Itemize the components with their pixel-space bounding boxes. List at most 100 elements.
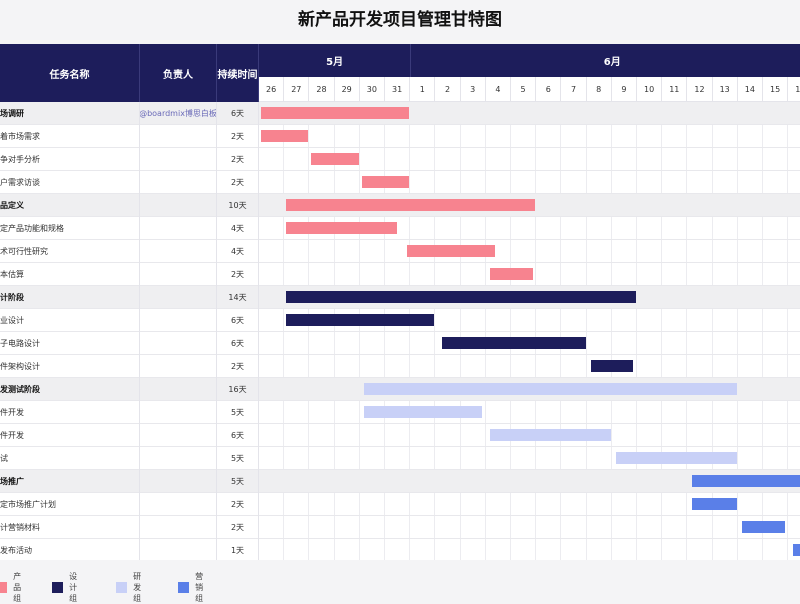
gantt-bar [361,176,410,188]
gantt-bar [286,222,397,234]
task-duration: 5天 [217,401,259,424]
task-name: 件开发 [0,401,140,424]
task-duration: 2天 [217,171,259,194]
task-name: 场推广 [0,470,140,493]
day-tick-label: 4 [485,77,511,102]
gantt-bar [286,291,636,303]
legend-label: 营销组 [195,571,204,603]
gantt-bar [616,452,737,464]
day-tick-label: 9 [611,77,637,102]
gantt-bar [742,521,785,533]
legend-item: 产品组 [0,572,28,603]
gantt-bar [591,360,634,372]
task-owner [140,539,217,560]
task-row: 本估算 2天 [0,263,800,286]
task-duration: 2天 [217,148,259,171]
task-name: 术可行性研究 [0,240,140,263]
task-duration: 2天 [217,263,259,286]
task-owner [140,470,217,493]
day-tick-label: 27 [284,77,310,102]
day-tick-label: 15 [763,77,789,102]
task-owner [140,148,217,171]
task-name: 件开发 [0,424,140,447]
day-tick-label: 12 [687,77,713,102]
gantt-chart: 任务名称 负责人 持续时间 5月 6月 26 27 28 29 30 31 1 2 3 4 5 6 7 8 9 1… [0,44,800,560]
header-owner: 负责人 [140,44,217,102]
task-row: 计营销材料 2天 [0,516,800,539]
day-tick-label: 14 [737,77,763,102]
day-tick-label: 28 [309,77,335,102]
task-name: 计营销材料 [0,516,140,539]
task-owner [140,355,217,378]
gantt-bar [407,245,495,257]
task-owner [140,447,217,470]
legend-label: 设计组 [69,571,78,603]
gantt-bar [691,498,737,510]
legend-swatch [0,581,8,593]
chart-title: 新产品开发项目管理甘特图 [298,10,502,30]
task-duration: 2天 [217,125,259,148]
gantt-bar [261,107,410,119]
task-group-row: 场推广 5天 [0,470,800,493]
day-tick-label: 2 [435,77,461,102]
legend-swatch [178,581,190,593]
task-row: 定市场推广计划 2天 [0,493,800,516]
day-tick-label: 30 [359,77,385,102]
legend-label: 产品组 [13,571,22,603]
legend-swatch [116,581,128,593]
day-tick-label: 3 [460,77,486,102]
task-row: 争对手分析 2天 [0,148,800,171]
task-name: 件架构设计 [0,355,140,378]
task-owner [140,125,217,148]
task-name: 着市场需求 [0,125,140,148]
gantt-bar [286,314,435,326]
gantt-bar [364,406,483,418]
task-duration: 2天 [217,493,259,516]
day-tick-label: 10 [637,77,663,102]
task-duration: 6天 [217,424,259,447]
legend-item: 研发组 [116,572,148,603]
task-owner [140,194,217,217]
day-tick-label: 13 [712,77,738,102]
task-name: 场调研 [0,102,140,125]
task-owner: @boardmix博思白板 [140,102,217,125]
gantt-bar [311,153,359,165]
gantt-bar [286,199,536,211]
task-name: 定市场推广计划 [0,493,140,516]
month-label: 5月 [259,44,411,77]
task-name: 发测试阶段 [0,378,140,401]
task-owner [140,217,217,240]
task-row: 发布活动 1天 [0,539,800,560]
task-owner [140,286,217,309]
task-name: 业设计 [0,309,140,332]
task-duration: 10天 [217,194,259,217]
day-tick-label: 26 [259,77,285,102]
gantt-bar [261,130,309,142]
task-duration: 4天 [217,240,259,263]
task-duration: 1天 [217,539,259,560]
task-duration: 4天 [217,217,259,240]
header-task-name: 任务名称 [0,44,140,102]
task-duration: 6天 [217,332,259,355]
task-owner [140,516,217,539]
task-row: 术可行性研究 4天 [0,240,800,263]
task-name: 计阶段 [0,286,140,309]
day-tick-label: 1 [410,77,436,102]
task-row: 定产品功能和规格 4天 [0,217,800,240]
task-duration: 5天 [217,470,259,493]
task-owner [140,424,217,447]
task-owner [140,332,217,355]
task-name: 争对手分析 [0,148,140,171]
task-duration: 5天 [217,447,259,470]
task-owner [140,171,217,194]
task-owner [140,309,217,332]
task-owner [140,378,217,401]
task-name: 本估算 [0,263,140,286]
gantt-bar [792,544,800,556]
legend-label: 研发组 [133,571,142,603]
day-tick-label: 29 [334,77,360,102]
task-row: 着市场需求 2天 [0,125,800,148]
task-duration: 6天 [217,309,259,332]
task-row: 件开发 6天 [0,424,800,447]
task-name: 试 [0,447,140,470]
